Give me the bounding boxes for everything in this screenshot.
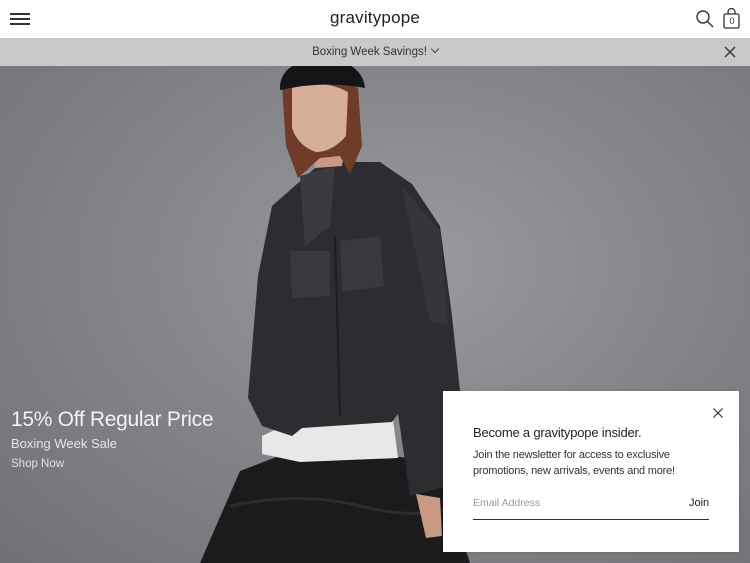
menu-line	[10, 23, 30, 25]
newsletter-body: Join the newsletter for access to exclus…	[473, 449, 675, 477]
close-icon[interactable]	[723, 45, 737, 59]
hero-headline: 15% Off Regular Price	[11, 408, 214, 431]
chevron-down-icon	[430, 44, 440, 54]
email-field[interactable]	[473, 493, 673, 513]
newsletter-title: Become a gravitypope insider.	[473, 425, 642, 440]
site-header: gravitypope 0	[0, 0, 750, 38]
promo-text-wrapper: Boxing Week Savings!	[0, 38, 750, 66]
promo-label: Boxing Week Savings!	[312, 46, 427, 58]
shopping-bag-icon[interactable]: 0	[722, 7, 742, 30]
search-icon[interactable]	[695, 9, 715, 29]
menu-line	[10, 13, 30, 15]
hero-subheadline: Boxing Week Sale	[11, 436, 117, 451]
menu-line	[10, 18, 30, 20]
newsletter-popup: Become a gravitypope insider. Join the n…	[443, 391, 739, 552]
email-underline	[473, 519, 709, 520]
logo-wrapper: gravitypope	[0, 8, 750, 28]
close-icon[interactable]	[712, 406, 724, 418]
shop-now-link[interactable]: Shop Now	[11, 458, 64, 470]
site-logo[interactable]: gravitypope	[330, 8, 420, 27]
promo-link[interactable]: Boxing Week Savings!	[312, 44, 440, 58]
hamburger-menu-icon[interactable]	[10, 10, 32, 28]
cart-count: 0	[729, 16, 735, 26]
promo-bar: Boxing Week Savings!	[0, 38, 750, 66]
join-button[interactable]: Join	[689, 497, 709, 509]
